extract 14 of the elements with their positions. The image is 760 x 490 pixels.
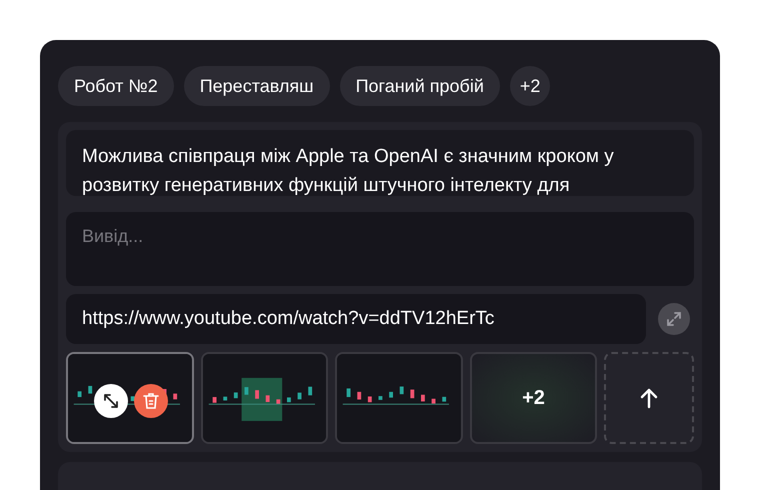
expand-button[interactable]	[658, 303, 690, 335]
expand-icon	[666, 311, 682, 327]
more-images-button[interactable]: +2	[470, 352, 598, 444]
more-tags-chip[interactable]: +2	[510, 66, 550, 106]
arrow-up-icon	[639, 387, 660, 409]
tag-chip[interactable]: Робот №2	[58, 66, 174, 106]
tag-chip[interactable]: Поганий пробій	[340, 66, 500, 106]
trash-icon	[143, 392, 159, 410]
output-field[interactable]: Вивід...	[66, 212, 694, 286]
message-field[interactable]: Можлива співпраця між Apple та OpenAI є значним кроком у розвитку генеративних функцій штучного інтелекту для	[66, 130, 694, 196]
resize-icon	[103, 393, 119, 409]
link-field[interactable]: https://www.youtube.com/watch?v=ddTV12hErTc	[66, 294, 646, 344]
message-text: Можлива співпраця між Apple та OpenAI є значним кроком у розвитку генеративних функцій штучного інтелекту для	[82, 146, 614, 196]
tag-chip[interactable]: Переставляш	[184, 66, 330, 106]
